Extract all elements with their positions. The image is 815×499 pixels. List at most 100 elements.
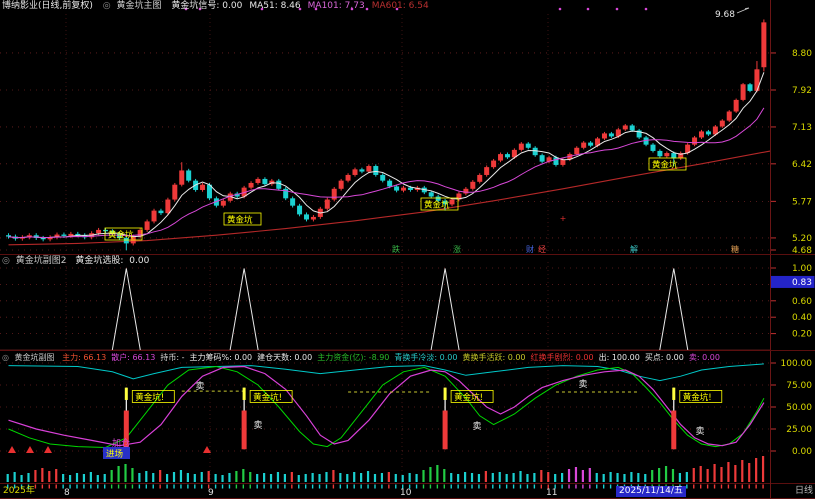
candle <box>311 217 316 220</box>
signal-bar <box>450 473 452 482</box>
candle <box>741 84 746 100</box>
panel3-axis-label: 75.00 <box>786 381 812 391</box>
price-axis-label: 5.20 <box>792 234 812 244</box>
sell-mark: 卖 <box>578 379 587 390</box>
panel2-axis-label: 0.20 <box>792 330 812 340</box>
golden-pit-alert-label: 黄金坑! <box>683 392 712 403</box>
panel3-field: 红换手剧烈: 0.00 <box>531 353 594 362</box>
signal-bar <box>762 456 764 482</box>
signal-bar <box>610 472 612 482</box>
candle <box>491 161 496 168</box>
golden-pit-alert-label: 黄金坑! <box>454 392 483 403</box>
candle <box>706 131 711 134</box>
header-field: MA601: 6.54 <box>372 1 429 11</box>
panel3-icon[interactable]: ◎ <box>2 353 9 362</box>
signal-dot <box>645 8 648 11</box>
signal-bar <box>90 472 92 482</box>
signal-bar <box>242 469 244 482</box>
main-candlestick-chart[interactable]: 8.807.927.136.425.775.204.68黄金坑黄金坑黄金坑黄金坑… <box>0 0 815 255</box>
entry-signal-candle <box>671 411 676 450</box>
panel3-field: 青换手冷淡: 0.00 <box>394 353 457 362</box>
candle <box>262 179 267 184</box>
signal-bar <box>249 472 251 482</box>
signal-bar <box>720 467 722 482</box>
watermark-glyph: 财 <box>526 244 534 254</box>
panel3-axis-label: 25.00 <box>786 425 812 435</box>
signal-bar <box>270 474 272 482</box>
watermark-glyph: 糖 <box>731 244 739 254</box>
golden-pit-label: 黄金坑 <box>108 230 134 241</box>
signal-bar <box>194 474 196 482</box>
candle <box>366 166 371 172</box>
candle <box>394 186 399 190</box>
signal-bar <box>104 474 106 482</box>
candle <box>720 121 725 127</box>
signal-bar <box>471 473 473 482</box>
signal-bar <box>277 472 279 482</box>
signal-bar <box>395 474 397 482</box>
date-axis: 2025年 891011 2025/11/14/五 日线 <box>0 484 815 499</box>
candle <box>650 145 655 151</box>
strength-indicator-panel[interactable]: 100.0075.0050.0025.000.00黄金坑!黄金坑!黄金坑!黄金坑… <box>0 351 815 499</box>
candle <box>734 100 739 112</box>
panel3-axis-label: 0.00 <box>792 447 812 457</box>
panel2-field-value: 0.00 <box>129 256 149 266</box>
signal-bar <box>582 470 584 482</box>
signal-bar <box>83 474 85 482</box>
signal-bar <box>409 473 411 482</box>
signal-bar <box>374 474 376 482</box>
candle <box>671 153 676 158</box>
selection-indicator-panel[interactable]: 1.000.800.600.400.200.83 <box>0 255 815 351</box>
signal-bar <box>540 470 542 482</box>
candle <box>401 188 406 191</box>
enter-market-label: 进场 <box>106 450 123 460</box>
signal-bar <box>713 464 715 482</box>
candle <box>609 133 614 136</box>
candle <box>699 131 704 137</box>
signal-bar <box>41 468 43 482</box>
header-field: MA101: 7.73 <box>308 1 365 11</box>
period-label[interactable]: 日线 <box>795 486 813 497</box>
signal-bar <box>97 475 99 482</box>
candle <box>553 157 558 165</box>
signal-bar <box>131 468 133 482</box>
candle <box>152 211 157 222</box>
signal-bar <box>734 465 736 482</box>
signal-bar <box>284 474 286 482</box>
signal-bar <box>318 474 320 482</box>
candle <box>165 200 170 214</box>
candle <box>200 185 205 190</box>
signal-dot <box>559 8 562 11</box>
signal-bar <box>69 475 71 482</box>
indicator-icon[interactable]: ◎ <box>103 1 111 11</box>
header-field: 黄金坑信号: 0.00 <box>171 1 242 11</box>
candle <box>581 143 586 148</box>
signal-dot <box>587 8 590 11</box>
watermark-glyph: 涨 <box>453 244 461 254</box>
main-chart-header: 博纳影业(日线,前复权) ◎ 黄金坑主图 黄金坑信号: 0.00MA51: 8.… <box>2 0 443 12</box>
signal-bar <box>7 474 9 482</box>
candle <box>373 166 378 175</box>
candle <box>540 155 545 161</box>
candle <box>249 183 254 188</box>
candle <box>290 198 295 205</box>
candle <box>339 181 344 189</box>
signal-bar <box>402 475 404 482</box>
panel2-icon[interactable]: ◎ <box>2 256 10 266</box>
candle <box>96 230 101 233</box>
signal-bar <box>124 464 126 482</box>
signal-bar <box>485 471 487 482</box>
candle <box>387 181 392 187</box>
panel2-axis-label: 1.00 <box>792 264 812 274</box>
signal-bar <box>367 471 369 482</box>
signal-bar <box>305 474 307 482</box>
candle <box>748 84 753 91</box>
price-axis-label: 7.92 <box>792 86 812 96</box>
candle <box>186 170 191 180</box>
signal-bar <box>55 469 57 482</box>
candle <box>61 235 66 236</box>
signal-bar <box>658 468 660 482</box>
golden-pit-alert-label: 黄金坑! <box>135 392 164 403</box>
signal-bar <box>34 470 36 482</box>
signal-bar <box>741 460 743 482</box>
